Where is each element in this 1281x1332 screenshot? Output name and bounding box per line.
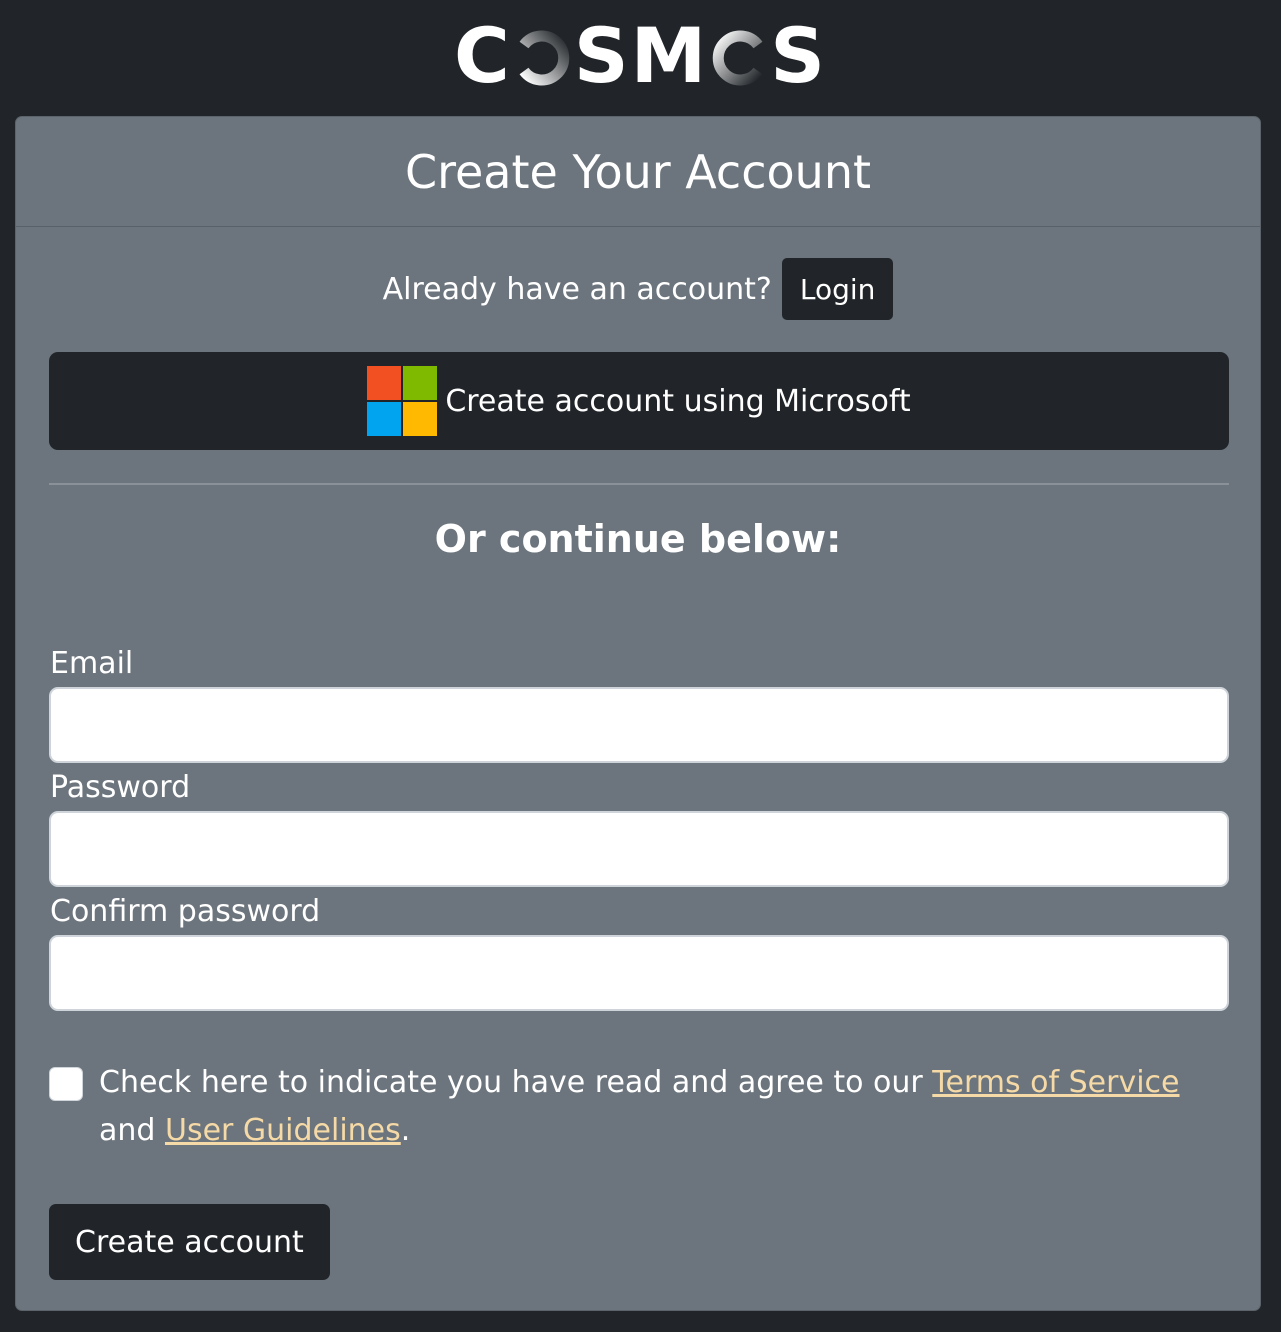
terms-agreement-text: Check here to indicate you have read and… xyxy=(99,1059,1229,1155)
email-field[interactable] xyxy=(49,687,1229,763)
logo-ring-icon xyxy=(713,30,763,86)
logo-letters-start: C xyxy=(454,11,512,100)
microsoft-button-label: Create account using Microsoft xyxy=(445,383,911,419)
login-button[interactable]: Login xyxy=(781,258,894,320)
continue-heading: Or continue below: xyxy=(434,517,842,561)
logo-ring-icon xyxy=(519,30,569,86)
terms-text-before: Check here to indicate you have read and… xyxy=(99,1065,933,1100)
login-prompt: Already have an account? xyxy=(382,271,772,307)
divider xyxy=(49,483,1229,485)
terms-agreement: Check here to indicate you have read and… xyxy=(49,1065,1229,1155)
page-title: Create Your Account xyxy=(404,144,872,199)
create-account-card: Create Your Account Already have an acco… xyxy=(15,116,1261,1311)
terms-text-middle: and xyxy=(99,1113,165,1148)
email-label: Email xyxy=(50,646,134,681)
login-row: Already have an account? Login xyxy=(16,258,1260,320)
microsoft-signup-button[interactable]: Create account using Microsoft xyxy=(49,352,1229,450)
password-label: Password xyxy=(50,770,191,805)
card-header: Create Your Account xyxy=(16,117,1260,227)
logo-letters-middle: SM xyxy=(573,11,709,100)
password-field[interactable] xyxy=(49,811,1229,887)
create-account-button[interactable]: Create account xyxy=(49,1204,330,1280)
terms-text-after: . xyxy=(400,1113,411,1148)
logo-letters-end: S xyxy=(770,11,827,100)
terms-of-service-link[interactable]: Terms of Service xyxy=(932,1065,1179,1100)
cosmos-logo: C SM S xyxy=(454,18,827,94)
confirm-password-label: Confirm password xyxy=(50,894,321,929)
terms-checkbox[interactable] xyxy=(49,1067,83,1101)
confirm-password-field[interactable] xyxy=(49,935,1229,1011)
user-guidelines-link[interactable]: User Guidelines xyxy=(165,1113,401,1148)
logo: C SM S xyxy=(0,18,1281,94)
microsoft-logo-icon xyxy=(367,366,438,436)
